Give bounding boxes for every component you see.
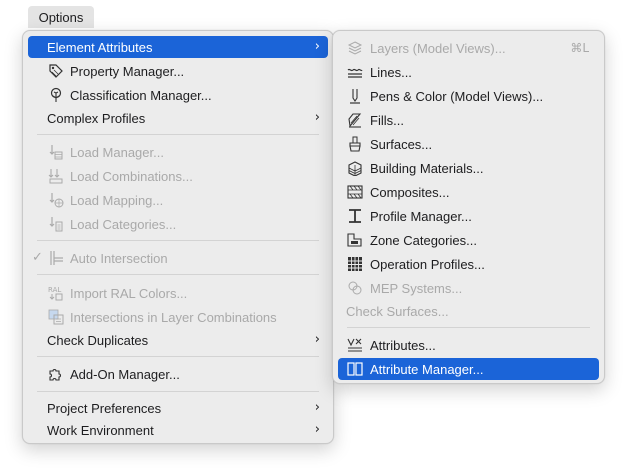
menu-item-work-environment[interactable]: Work Environment › <box>28 419 328 441</box>
puzzle-icon <box>47 365 65 383</box>
menu-item-label: Building Materials... <box>370 160 484 176</box>
intersection-icon <box>47 249 65 267</box>
menu-item-complex-profiles[interactable]: Complex Profiles › <box>28 107 328 129</box>
tree-icon <box>47 86 65 104</box>
layers-icon <box>346 39 364 57</box>
options-dropdown: Element Attributes › Property Manager...… <box>22 30 334 444</box>
load-categories-icon <box>47 215 65 233</box>
menu-item-label: Load Categories... <box>70 216 177 232</box>
menu-item-label: Load Combinations... <box>70 168 193 184</box>
separator <box>37 240 319 241</box>
menu-item-label: Intersections in Layer Combinations <box>70 309 277 325</box>
menu-item-label: Attribute Manager... <box>370 361 484 377</box>
menu-item-check-duplicates[interactable]: Check Duplicates › <box>28 329 328 351</box>
attribute-manager-icon <box>346 360 364 378</box>
lines-icon <box>346 63 364 81</box>
menu-item-label: Project Preferences <box>47 400 162 416</box>
menu-item-project-preferences[interactable]: Project Preferences › <box>28 397 328 419</box>
menu-item-load-manager[interactable]: Load Manager... <box>28 141 328 163</box>
menu-item-load-mapping[interactable]: Load Mapping... <box>28 189 328 211</box>
menu-item-label: Operation Profiles... <box>370 256 485 272</box>
pen-icon <box>346 87 364 105</box>
separator <box>37 274 319 275</box>
menu-item-label: Import RAL Colors... <box>70 285 188 301</box>
menu-item-label: Auto Intersection <box>70 250 168 266</box>
composites-icon <box>346 183 364 201</box>
menu-item-label: Classification Manager... <box>70 87 212 103</box>
building-materials-icon <box>346 159 364 177</box>
menu-item-label: MEP Systems... <box>370 280 463 296</box>
menu-item-import-ral-colors[interactable]: RAL Import RAL Colors... <box>28 282 328 304</box>
menu-item-label: Work Environment <box>47 422 154 438</box>
menu-item-fills[interactable]: Fills... <box>338 109 599 131</box>
menu-item-property-manager[interactable]: Property Manager... <box>28 60 328 82</box>
menu-item-label: Add-On Manager... <box>70 366 180 382</box>
menu-item-load-combinations[interactable]: Load Combinations... <box>28 165 328 187</box>
load-mapping-icon <box>47 191 65 209</box>
menu-item-attributes[interactable]: Attributes... <box>338 334 599 356</box>
menu-item-classification-manager[interactable]: Classification Manager... <box>28 84 328 106</box>
tag-icon <box>47 62 65 80</box>
menu-item-lines[interactable]: Lines... <box>338 61 599 83</box>
menu-item-surfaces[interactable]: Surfaces... <box>338 133 599 155</box>
chevron-right-icon: › <box>314 332 320 347</box>
menu-item-label: Check Duplicates <box>47 332 149 348</box>
menu-item-mep-systems[interactable]: MEP Systems... <box>338 277 599 299</box>
menu-item-label: Complex Profiles <box>47 110 146 126</box>
i-beam-icon <box>346 207 364 225</box>
menu-item-label: Load Manager... <box>70 144 164 160</box>
separator <box>37 134 319 135</box>
separator <box>37 391 319 392</box>
menu-item-intersections-layer-combinations[interactable]: Intersections in Layer Combinations <box>28 306 328 328</box>
mep-systems-icon <box>346 279 364 297</box>
menu-item-add-on-manager[interactable]: Add-On Manager... <box>28 363 328 385</box>
menu-item-zone-categories[interactable]: Zone Categories... <box>338 229 599 251</box>
menu-item-element-attributes[interactable]: Element Attributes › <box>28 36 328 58</box>
menu-item-auto-intersection[interactable]: ✓ Auto Intersection <box>28 247 328 269</box>
keyboard-shortcut: ⌘L <box>570 41 589 55</box>
layer-intersections-icon <box>47 308 65 326</box>
chevron-right-icon: › <box>314 422 320 437</box>
zone-categories-icon <box>346 231 364 249</box>
menu-item-load-categories[interactable]: Load Categories... <box>28 213 328 235</box>
chevron-right-icon: › <box>314 110 320 125</box>
menu-item-composites[interactable]: Composites... <box>338 181 599 203</box>
load-combinations-icon <box>47 167 65 185</box>
separator <box>37 356 319 357</box>
menu-item-attribute-manager[interactable]: Attribute Manager... <box>338 358 599 380</box>
menu-item-profile-manager[interactable]: Profile Manager... <box>338 205 599 227</box>
ral-icon: RAL <box>47 284 65 302</box>
chevron-right-icon: › <box>314 400 320 415</box>
menu-item-label: Lines... <box>370 64 412 80</box>
separator <box>347 327 590 328</box>
menu-item-label: Element Attributes <box>47 39 153 55</box>
attributes-icon <box>346 336 364 354</box>
menu-item-check-surfaces[interactable]: Check Surfaces... <box>338 300 599 322</box>
menu-item-pens-color[interactable]: Pens & Color (Model Views)... <box>338 85 599 107</box>
ral-badge-text: RAL <box>48 286 61 294</box>
menu-item-label: Surfaces... <box>370 136 433 152</box>
menu-item-label: Profile Manager... <box>370 208 472 224</box>
menu-item-label: Attributes... <box>370 337 436 353</box>
menu-item-operation-profiles[interactable]: Operation Profiles... <box>338 253 599 275</box>
grid-icon <box>346 255 364 273</box>
checkmark-icon: ✓ <box>32 250 43 265</box>
menu-item-label: Fills... <box>370 112 404 128</box>
menu-item-label: Load Mapping... <box>70 192 164 208</box>
menu-item-layers[interactable]: Layers (Model Views)... ⌘L <box>338 37 599 59</box>
menu-item-label: Composites... <box>370 184 450 200</box>
brush-icon <box>346 135 364 153</box>
menu-item-label: Zone Categories... <box>370 232 477 248</box>
menu-item-building-materials[interactable]: Building Materials... <box>338 157 599 179</box>
menu-item-label: Property Manager... <box>70 63 185 79</box>
chevron-right-icon: › <box>314 39 320 54</box>
load-manager-icon <box>47 143 65 161</box>
element-attributes-submenu: Layers (Model Views)... ⌘L Lines... Pens… <box>332 30 605 384</box>
fills-icon <box>346 111 364 129</box>
menu-item-label: Layers (Model Views)... <box>370 40 506 56</box>
menu-item-label: Pens & Color (Model Views)... <box>370 88 544 104</box>
options-menu[interactable]: Options <box>28 6 94 28</box>
menu-item-label: Check Surfaces... <box>346 303 449 319</box>
